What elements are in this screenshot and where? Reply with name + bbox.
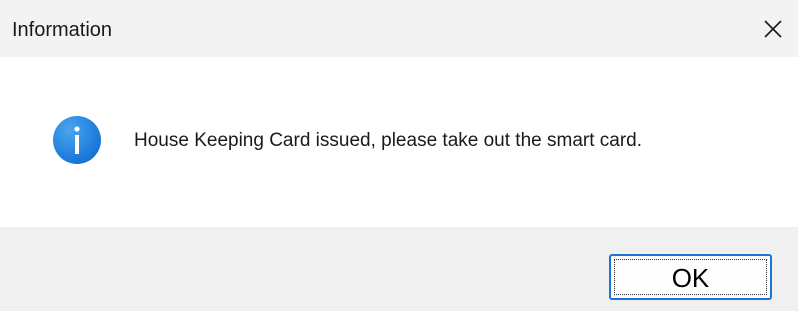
message-text: House Keeping Card issued, please take o… (134, 130, 643, 151)
close-icon (763, 19, 783, 39)
information-dialog: Information House Keeping Card issued, p… (0, 0, 798, 311)
close-button[interactable] (748, 0, 798, 57)
title-bar: Information (0, 0, 798, 57)
ok-button-label: OK (671, 263, 710, 293)
ok-button[interactable]: OK (609, 254, 772, 300)
message-area: House Keeping Card issued, please take o… (0, 57, 798, 227)
dialog-title: Information (12, 19, 113, 41)
info-icon (52, 115, 102, 165)
button-bar: OK (0, 227, 798, 311)
